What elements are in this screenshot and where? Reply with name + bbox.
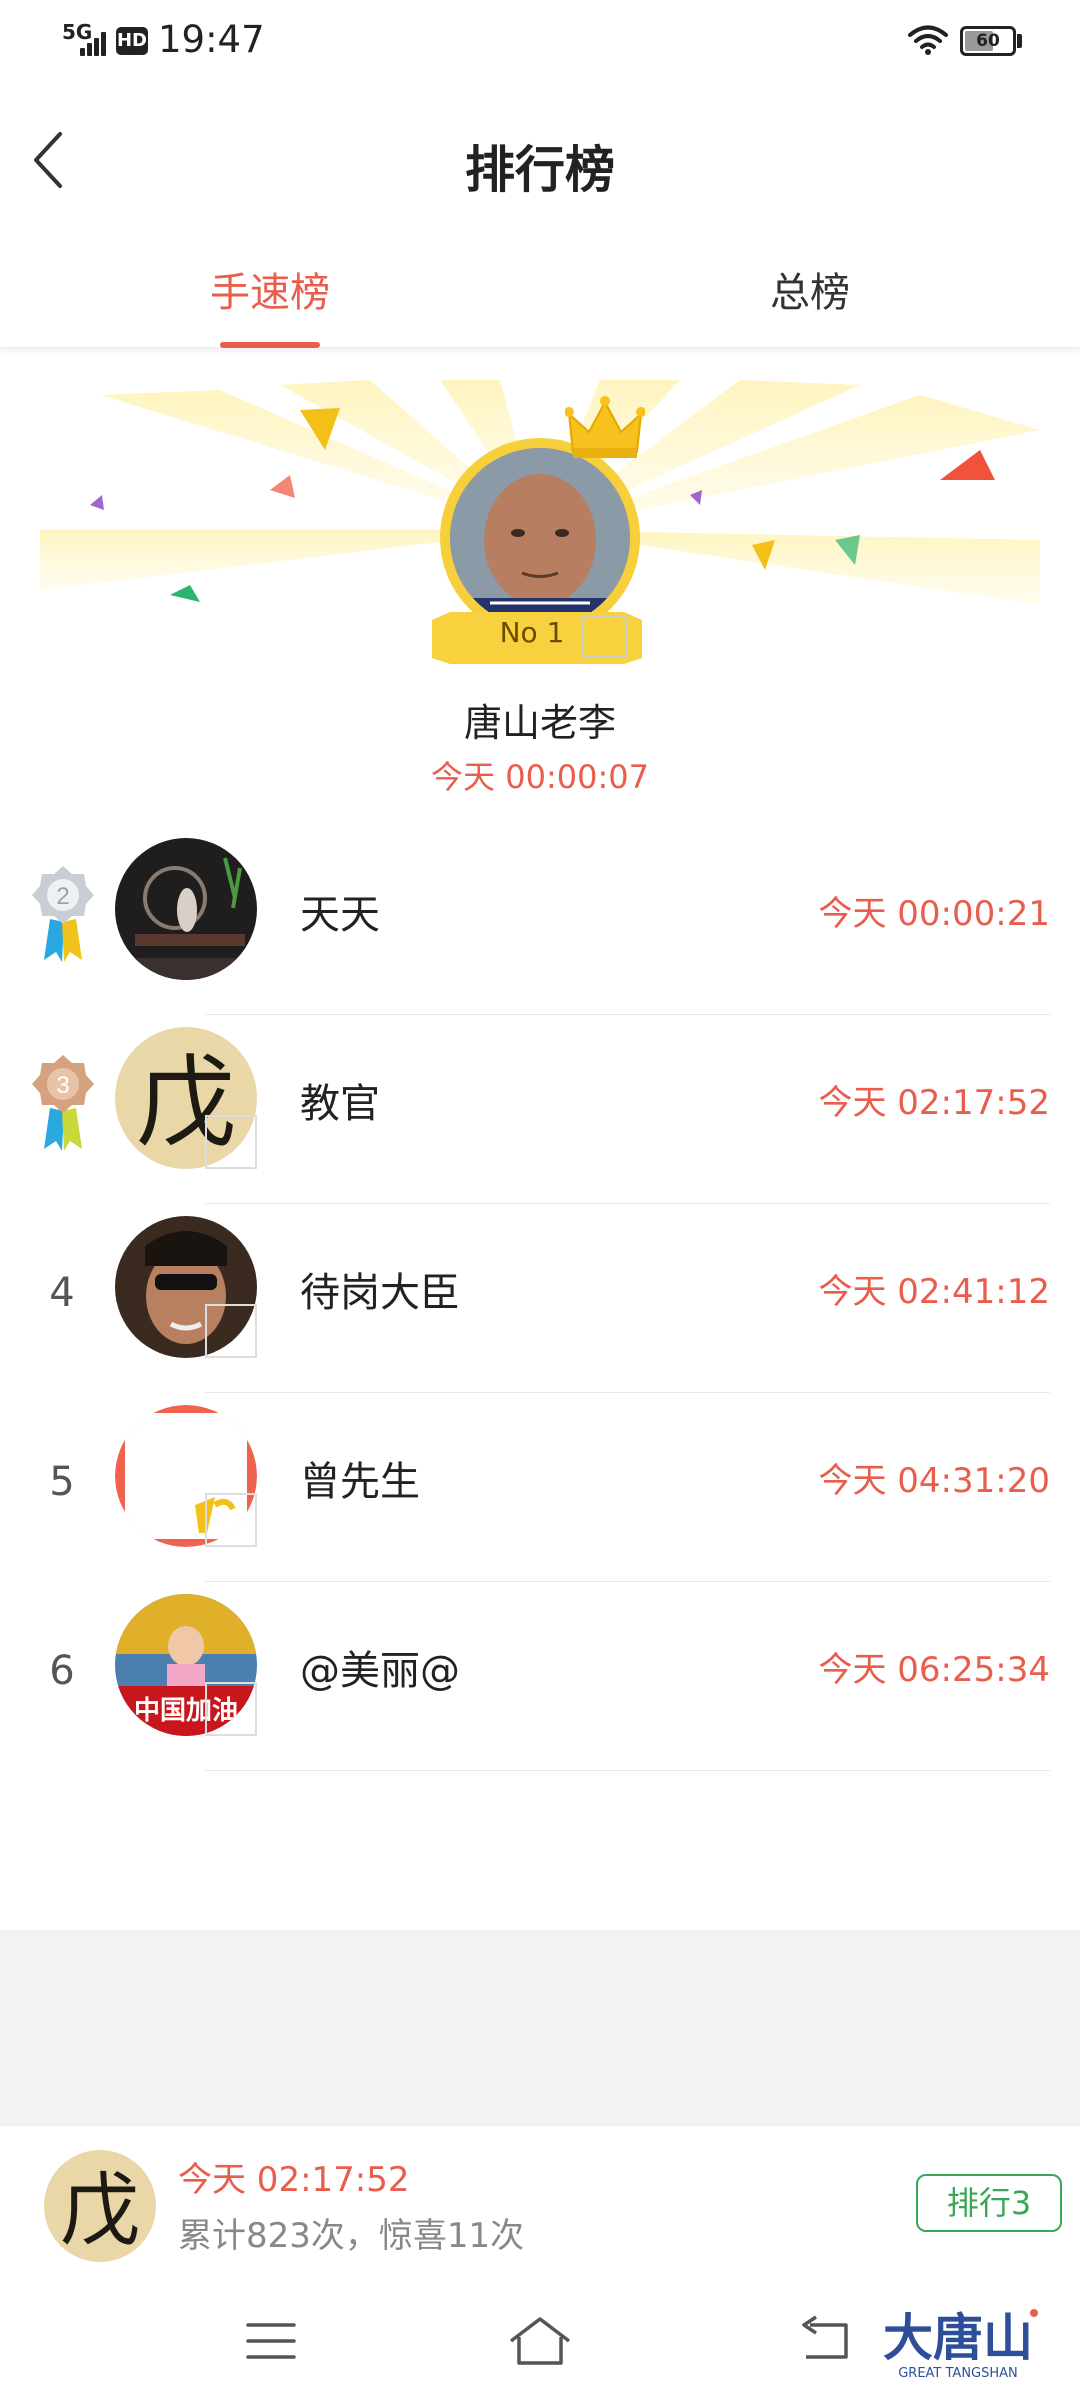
signal-icon xyxy=(80,30,112,56)
watermark-title: 大唐山 xyxy=(883,2309,1033,2367)
tab-speed-ranking[interactable]: 手速榜 xyxy=(120,260,420,348)
status-time: 19:47 xyxy=(158,18,265,61)
bronze-medal-icon: 3 xyxy=(32,1055,94,1151)
rank-number: 6 xyxy=(49,1648,75,1694)
tab-bar: 手速榜 总榜 xyxy=(0,240,1080,348)
champion-name: 唐山老李 xyxy=(463,701,616,745)
medal-rank: 2 xyxy=(56,883,69,910)
avatar-overlay-box xyxy=(205,1115,257,1169)
divider xyxy=(205,1770,1050,1771)
wifi-icon xyxy=(908,25,948,55)
menu-icon[interactable] xyxy=(236,2311,306,2371)
user-name: @美丽@ xyxy=(300,1648,460,1694)
tab-label: 总榜 xyxy=(770,270,850,316)
list-item[interactable]: 5 曾先生 今天 04:31:20 xyxy=(0,1393,1080,1582)
watermark-logo: 大唐山 GREAT TANGSHAN xyxy=(883,2309,1038,2381)
medal-rank: 3 xyxy=(56,1072,69,1099)
my-record-time: 今天 02:17:52 xyxy=(178,2160,410,2200)
list-item[interactable]: 3 戊 教官 今天 02:17:52 xyxy=(0,1015,1080,1204)
back-nav-icon[interactable] xyxy=(790,2311,860,2371)
active-tab-indicator xyxy=(220,342,320,348)
avatar-overlay-box xyxy=(205,1493,257,1547)
battery-level: 60 xyxy=(976,31,1000,51)
user-name: 天天 xyxy=(300,892,380,938)
record-time: 今天 02:17:52 xyxy=(818,1083,1050,1123)
header: 排行榜 xyxy=(0,80,1080,240)
user-name: 教官 xyxy=(300,1081,380,1127)
list-item[interactable]: 4 待岗大臣 今天 02:41:12 xyxy=(0,1204,1080,1393)
tab-overall-ranking[interactable]: 总榜 xyxy=(660,260,960,348)
list-item[interactable]: 2 天天 今天 00:00:21 xyxy=(0,826,1080,1015)
record-time: 今天 04:31:20 xyxy=(818,1461,1050,1501)
avatar-overlay-box xyxy=(205,1682,257,1736)
tab-label: 手速榜 xyxy=(210,270,330,316)
rank-number: 4 xyxy=(49,1270,75,1316)
list-item[interactable]: 6 中国加油 @美丽@ 今天 06:25:34 xyxy=(0,1582,1080,1771)
my-stats: 累计823次，惊喜11次 xyxy=(178,2216,525,2256)
watermark-subtitle: GREAT TANGSHAN xyxy=(898,2366,1018,2381)
record-time: 今天 02:41:12 xyxy=(818,1272,1050,1312)
no1-badge: No 1 xyxy=(499,616,565,649)
status-bar: 5G HD 19:47 60 xyxy=(0,0,1080,80)
user-name: 待岗大臣 xyxy=(300,1270,460,1316)
crown-icon xyxy=(565,396,645,458)
rank-number: 5 xyxy=(49,1459,75,1505)
record-time: 今天 00:00:21 xyxy=(818,894,1050,934)
battery-cap xyxy=(1017,34,1022,48)
system-nav-bar: 大唐山 GREAT TANGSHAN xyxy=(0,2275,1080,2408)
spacer-area xyxy=(0,1930,1080,2125)
page-title: 排行榜 xyxy=(465,141,615,199)
champion-avatar[interactable] xyxy=(440,438,640,638)
my-avatar[interactable]: 戊 xyxy=(44,2150,156,2262)
record-time: 今天 06:25:34 xyxy=(818,1650,1050,1690)
avatar-overlay-box xyxy=(205,1304,257,1358)
ranking-list: 2 天天 今天 00:00:21 3 戊 教官 今天 02:17:52 4 待岗… xyxy=(0,826,1080,1771)
champion-time: 今天 00:00:07 xyxy=(431,758,649,796)
my-rank-button[interactable]: 排行3 xyxy=(916,2174,1062,2232)
avatar[interactable] xyxy=(115,838,257,980)
hd-icon: HD xyxy=(116,27,148,55)
battery-icon: 60 xyxy=(960,26,1016,56)
silver-medal-icon: 2 xyxy=(32,866,94,962)
home-icon[interactable] xyxy=(505,2311,575,2371)
champion-podium: No 1 唐山老李 今天 00:00:07 xyxy=(0,380,1080,800)
calligraphy-glyph: 戊 xyxy=(60,2164,140,2257)
my-rank-summary: 戊 今天 02:17:52 累计823次，惊喜11次 排行3 xyxy=(0,2125,1080,2275)
user-name: 曾先生 xyxy=(300,1459,420,1505)
